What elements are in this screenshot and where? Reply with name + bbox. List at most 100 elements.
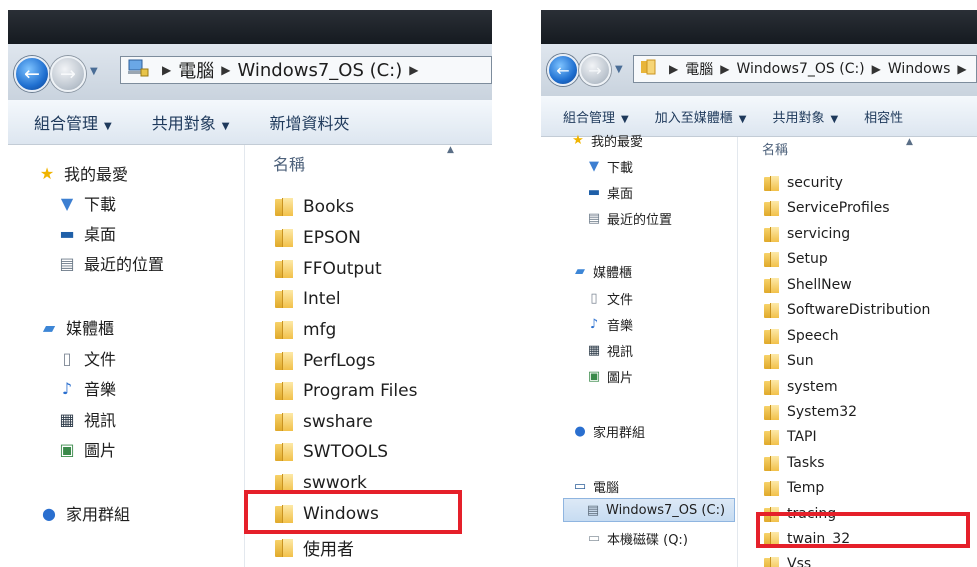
history-dropdown-icon[interactable]: ▼: [90, 66, 98, 77]
breadcrumb-separator-icon[interactable]: ▶: [409, 63, 418, 77]
file-row[interactable]: Setup: [764, 251, 828, 267]
file-row[interactable]: Program Files: [275, 381, 417, 401]
nav-item-pictures[interactable]: ▣ 圖片: [56, 437, 116, 461]
file-row[interactable]: ServiceProfiles: [764, 200, 890, 216]
organize-button[interactable]: 組合管理 ▼: [34, 110, 112, 134]
nav-item-downloads[interactable]: ▼ 下載: [585, 157, 633, 176]
breadcrumb-computer[interactable]: 電腦: [685, 59, 713, 79]
drive-c-icon: ▤: [586, 502, 600, 518]
back-button[interactable]: ←: [14, 56, 50, 92]
forward-button[interactable]: →: [50, 56, 86, 92]
address-row: ← → ▼ ▶ 電腦 ▶ Windows7_OS (C:) ▶: [8, 44, 492, 101]
breadcrumb-separator-icon: ▶: [221, 63, 231, 77]
nav-item-videos[interactable]: ▦ 視訊: [585, 341, 633, 360]
folder-icon: [275, 260, 293, 279]
nav-item-music[interactable]: ♪ 音樂: [585, 315, 633, 334]
file-row[interactable]: PerfLogs: [275, 351, 375, 371]
compatibility-button[interactable]: 相容性: [864, 107, 903, 126]
breadcrumb-computer[interactable]: 電腦: [178, 57, 214, 83]
include-in-library-button[interactable]: 加入至媒體櫃 ▼: [655, 107, 747, 126]
recent-places-icon: ▤: [587, 211, 601, 226]
music-icon: ♪: [61, 378, 73, 398]
file-row[interactable]: Tasks: [764, 455, 825, 471]
back-button[interactable]: ←: [547, 54, 579, 86]
pictures-icon: ▣: [587, 369, 601, 384]
file-row[interactable]: Temp: [764, 480, 824, 496]
highlight-box-twain-32: [756, 512, 970, 548]
folder-icon: [275, 198, 293, 217]
file-row[interactable]: ShellNew: [764, 277, 852, 293]
breadcrumb-windows[interactable]: Windows: [888, 61, 951, 77]
title-bar: [541, 10, 977, 44]
file-row[interactable]: system: [764, 379, 838, 395]
file-row[interactable]: mfg: [275, 320, 336, 340]
file-row[interactable]: Intel: [275, 289, 341, 309]
address-bar[interactable]: ▶ 電腦 ▶ Windows7_OS (C:) ▶ Windows ▶: [633, 55, 977, 83]
folder-icon: [764, 226, 779, 242]
column-header-name[interactable]: 名稱 ▲: [738, 137, 977, 167]
share-with-button[interactable]: 共用對象 ▼: [772, 107, 838, 126]
breadcrumb-drive-c[interactable]: Windows7_OS (C:): [736, 61, 864, 77]
nav-item-pictures[interactable]: ▣ 圖片: [585, 367, 633, 386]
nav-item-recent-places[interactable]: ▤ 最近的位置: [585, 209, 672, 228]
nav-item-recent-places[interactable]: ▤ 最近的位置: [56, 251, 164, 275]
file-row[interactable]: Speech: [764, 328, 839, 344]
documents-icon: ▯: [62, 348, 72, 368]
nav-item-libraries[interactable]: ▰ 媒體櫃: [38, 315, 114, 339]
folder-icon: [275, 538, 293, 557]
folder-icon: [764, 251, 779, 267]
address-bar[interactable]: ▶ 電腦 ▶ Windows7_OS (C:) ▶: [120, 56, 492, 84]
file-row[interactable]: servicing: [764, 226, 850, 242]
nav-item-documents[interactable]: ▯ 文件: [56, 346, 116, 370]
nav-item-downloads[interactable]: ▼ 下載: [56, 191, 116, 215]
folder-icon: [275, 413, 293, 432]
column-header-name[interactable]: 名稱 ▲: [245, 145, 492, 175]
file-row[interactable]: SoftwareDistribution: [764, 302, 930, 318]
file-row[interactable]: Vss: [764, 556, 811, 567]
nav-item-homegroup[interactable]: ● 家用群組: [571, 422, 645, 441]
new-folder-button[interactable]: 新增資料夾: [269, 110, 349, 134]
folder-location-icon: [640, 59, 656, 79]
nav-item-videos[interactable]: ▦ 視訊: [56, 407, 116, 431]
file-row[interactable]: SWTOOLS: [275, 442, 388, 462]
file-row[interactable]: FFOutput: [275, 259, 382, 279]
nav-item-homegroup[interactable]: ● 家用群組: [38, 501, 130, 525]
breadcrumb-separator-icon[interactable]: ▶: [957, 62, 966, 76]
file-row[interactable]: TAPI: [764, 429, 817, 445]
file-row[interactable]: swshare: [275, 412, 373, 432]
share-with-button[interactable]: 共用對象 ▼: [152, 110, 230, 134]
folder-icon: [275, 443, 293, 462]
nav-item-music[interactable]: ♪ 音樂: [56, 376, 116, 400]
breadcrumb-drive-c[interactable]: Windows7_OS (C:): [237, 60, 402, 81]
forward-arrow-icon: →: [588, 60, 602, 80]
title-bar: [8, 10, 492, 44]
file-row[interactable]: Books: [275, 197, 354, 217]
star-icon: ★: [39, 163, 55, 183]
nav-item-computer[interactable]: ▭ 電腦: [571, 477, 619, 496]
nav-item-libraries[interactable]: ▰ 媒體櫃: [571, 262, 632, 281]
nav-item-drive-q[interactable]: ▭ 本機磁碟 (Q:): [585, 529, 688, 548]
star-icon: ★: [572, 133, 584, 148]
folder-icon: [764, 480, 779, 496]
file-row[interactable]: 使用者: [275, 535, 354, 560]
forward-button[interactable]: →: [579, 54, 611, 86]
folder-icon: [764, 328, 779, 344]
history-dropdown-icon[interactable]: ▼: [615, 64, 623, 75]
navigation-pane: ★ 我的最愛 ▼ 下載 ▬ 桌面 ▤ 最近的位置 ▰ 媒體櫃 ▯ 文件 ♪ 音樂 ▦ 視訊 ▣ 圖…: [8, 145, 245, 567]
file-row[interactable]: security: [764, 175, 843, 191]
nav-item-drive-c[interactable]: ▤ Windows7_OS (C:): [563, 498, 735, 522]
nav-item-desktop[interactable]: ▬ 桌面: [56, 221, 116, 245]
nav-item-favorites[interactable]: ★ 我的最愛: [569, 131, 643, 150]
folder-icon: [764, 379, 779, 395]
nav-item-favorites[interactable]: ★ 我的最愛: [36, 161, 128, 185]
breadcrumb-separator-icon: ▶: [162, 63, 172, 77]
file-row[interactable]: EPSON: [275, 228, 361, 248]
download-folder-icon: ▼: [60, 193, 74, 213]
file-row[interactable]: Sun: [764, 353, 814, 369]
right-explorer-window: ← → ▼ ▶ 電腦 ▶ Windows7_OS (C:) ▶ Windows …: [541, 10, 977, 567]
organize-button[interactable]: 組合管理 ▼: [563, 107, 629, 126]
address-row: ← → ▼ ▶ 電腦 ▶ Windows7_OS (C:) ▶ Windows …: [541, 44, 977, 97]
file-row[interactable]: System32: [764, 404, 857, 420]
nav-item-desktop[interactable]: ▬ 桌面: [585, 183, 633, 202]
nav-item-documents[interactable]: ▯ 文件: [585, 289, 633, 308]
